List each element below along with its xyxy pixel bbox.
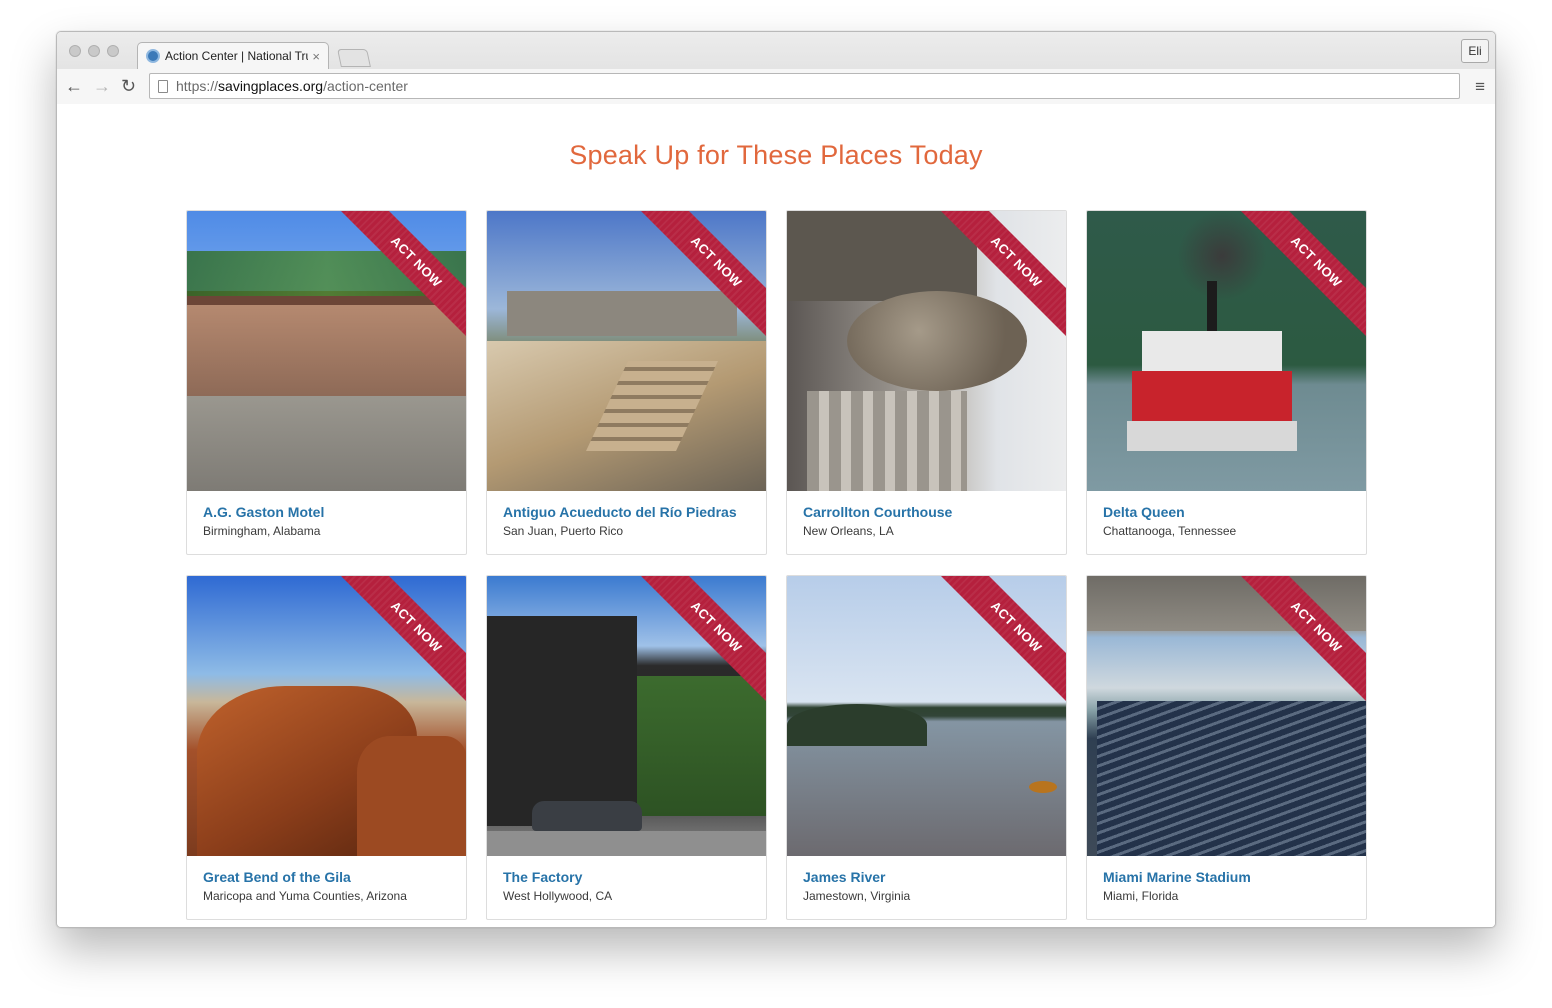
place-image[interactable]: ACT NOW bbox=[787, 211, 1066, 491]
place-location: Chattanooga, Tennessee bbox=[1103, 524, 1237, 538]
place-location: West Hollywood, CA bbox=[503, 889, 613, 903]
place-location: Miami, Florida bbox=[1103, 889, 1179, 903]
place-image[interactable]: ACT NOW bbox=[187, 576, 466, 856]
page-content: Speak Up for These Places Today ACT NOW … bbox=[57, 104, 1495, 927]
browser-tab[interactable]: Action Center | National Trust × bbox=[137, 42, 329, 69]
back-arrow-icon[interactable]: ← bbox=[65, 75, 83, 97]
place-location: Birmingham, Alabama bbox=[203, 524, 321, 538]
window-close-button[interactable] bbox=[69, 45, 81, 57]
window-maximize-button[interactable] bbox=[107, 45, 119, 57]
menu-icon[interactable]: ≡ bbox=[1475, 77, 1485, 97]
act-now-ribbon: ACT NOW bbox=[936, 576, 1066, 707]
tab-title: Action Center | National Trust bbox=[165, 49, 309, 63]
address-bar[interactable]: https://savingplaces.org/action-center bbox=[149, 73, 1460, 99]
place-location: Maricopa and Yuma Counties, Arizona bbox=[203, 889, 407, 903]
place-image[interactable]: ACT NOW bbox=[1087, 576, 1366, 856]
page-icon bbox=[158, 79, 168, 93]
place-location: San Juan, Puerto Rico bbox=[503, 524, 624, 538]
browser-window: Action Center | National Trust × Eli ← →… bbox=[56, 31, 1496, 928]
tab-close-icon[interactable]: × bbox=[312, 49, 320, 64]
page-title: Speak Up for These Places Today bbox=[569, 140, 983, 170]
place-card[interactable]: ACT NOW Antiguo Acueducto del Río Piedra… bbox=[486, 210, 767, 555]
place-location: Jamestown, Virginia bbox=[803, 889, 911, 903]
place-card[interactable]: ACT NOW Delta Queen Chattanooga, Tenness… bbox=[1086, 210, 1367, 555]
place-image[interactable]: ACT NOW bbox=[787, 576, 1066, 856]
place-title-link[interactable]: A.G. Gaston Motel bbox=[203, 504, 324, 520]
place-title-link[interactable]: The Factory bbox=[503, 869, 582, 885]
url-host: savingplaces.org bbox=[218, 78, 324, 94]
url-path: /action-center bbox=[323, 78, 408, 94]
place-title-link[interactable]: Antiguo Acueducto del Río Piedras bbox=[503, 504, 737, 520]
place-card[interactable]: ACT NOW Great Bend of the Gila Maricopa … bbox=[186, 575, 467, 920]
place-image[interactable]: ACT NOW bbox=[487, 211, 766, 491]
place-title-link[interactable]: Great Bend of the Gila bbox=[203, 869, 351, 885]
place-image[interactable]: ACT NOW bbox=[1087, 211, 1366, 491]
window-minimize-button[interactable] bbox=[88, 45, 100, 57]
profile-button[interactable]: Eli bbox=[1461, 39, 1489, 63]
forward-arrow-icon[interactable]: → bbox=[93, 75, 111, 97]
place-title-link[interactable]: James River bbox=[803, 869, 886, 885]
reload-icon[interactable]: ↻ bbox=[121, 75, 136, 97]
browser-titlebar: Action Center | National Trust × Eli ← →… bbox=[57, 32, 1495, 104]
place-card[interactable]: ACT NOW The Factory West Hollywood, CA bbox=[486, 575, 767, 920]
places-grid: ACT NOW A.G. Gaston Motel Birmingham, Al… bbox=[186, 210, 1367, 920]
url-scheme: https:// bbox=[176, 78, 219, 94]
toolbar: ← → ↻ https://savingplaces.org/action-ce… bbox=[57, 69, 1495, 104]
place-image[interactable]: ACT NOW bbox=[487, 576, 766, 856]
place-title-link[interactable]: Delta Queen bbox=[1103, 504, 1185, 520]
place-title-link[interactable]: Carrollton Courthouse bbox=[803, 504, 952, 520]
place-card[interactable]: ACT NOW A.G. Gaston Motel Birmingham, Al… bbox=[186, 210, 467, 555]
place-card[interactable]: ACT NOW Miami Marine Stadium Miami, Flor… bbox=[1086, 575, 1367, 920]
new-tab-button[interactable] bbox=[337, 49, 371, 67]
place-card[interactable]: ACT NOW Carrollton Courthouse New Orlean… bbox=[786, 210, 1067, 555]
place-image[interactable]: ACT NOW bbox=[187, 211, 466, 491]
place-card[interactable]: ACT NOW James River Jamestown, Virginia bbox=[786, 575, 1067, 920]
favicon-icon bbox=[146, 49, 160, 63]
place-title-link[interactable]: Miami Marine Stadium bbox=[1103, 869, 1251, 885]
place-location: New Orleans, LA bbox=[803, 524, 894, 538]
